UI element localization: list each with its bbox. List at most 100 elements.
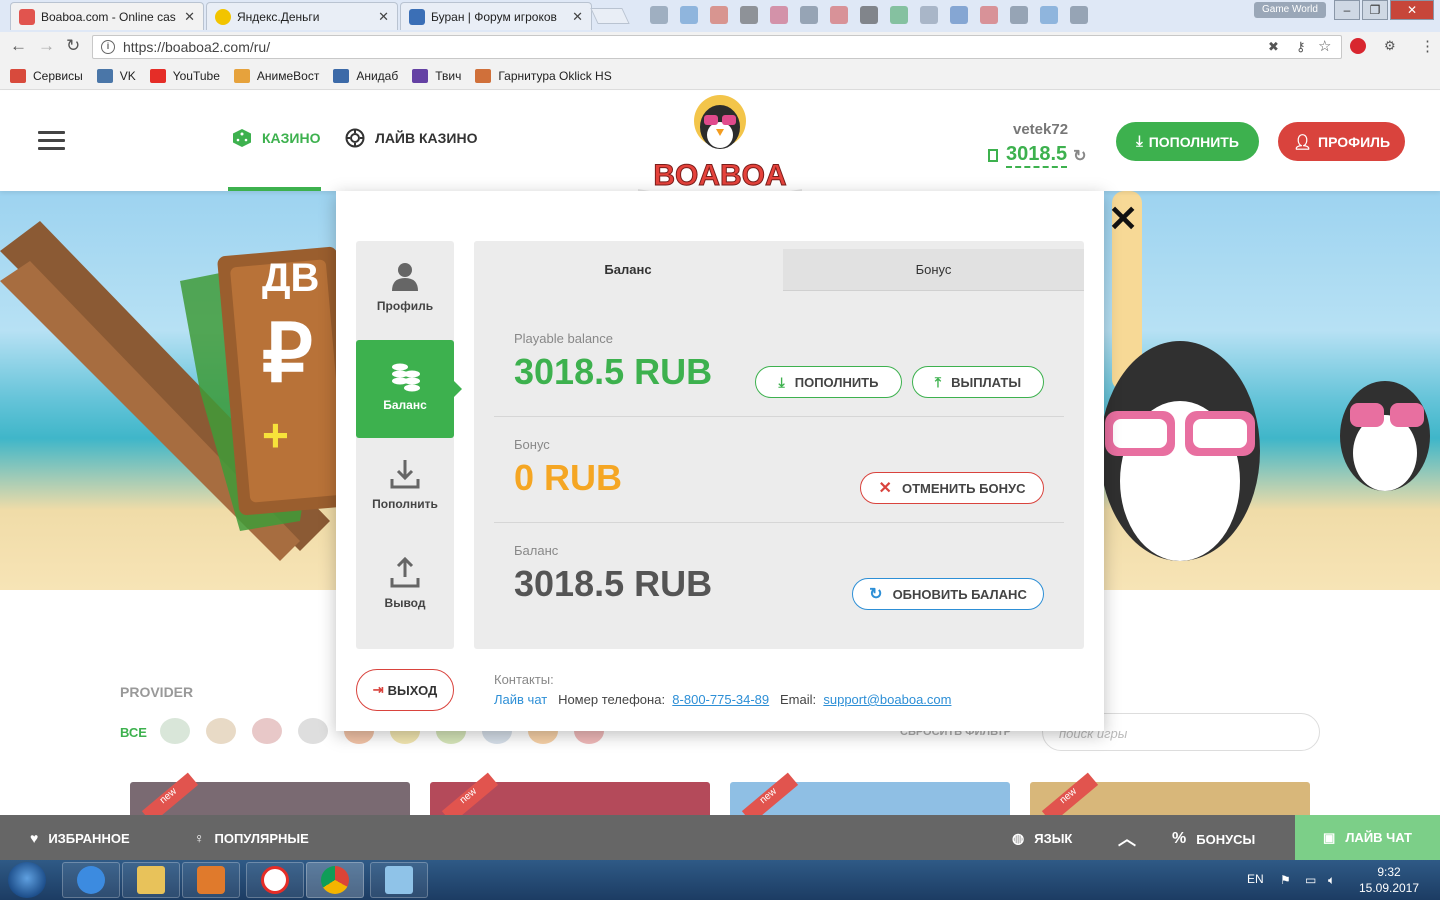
bonuses-button[interactable]: % БОНУСЫ [1172, 830, 1255, 848]
nav-casino[interactable]: КАЗИНО [232, 128, 321, 148]
network-alert-icon[interactable]: ⚑ [1280, 873, 1291, 887]
provider-all-button[interactable]: ВСЕ [120, 725, 147, 740]
tab-title: Яндекс.Деньги [237, 9, 320, 24]
cancel-bonus-button[interactable]: ✕ ОТМЕНИТЬ БОНУС [860, 472, 1044, 504]
clock-time: 9:32 [1377, 865, 1401, 879]
extension-blocked-icon[interactable]: ✖ [1268, 39, 1279, 55]
playable-balance-label: Playable balance [514, 331, 614, 346]
media-player-icon [197, 866, 225, 894]
reload-icon[interactable]: ↻ [66, 36, 80, 56]
volume-icon[interactable]: 🔈︎ [1328, 873, 1335, 888]
bookmark-twitch[interactable]: Твич [412, 68, 461, 83]
close-tab-icon[interactable]: ✕ [572, 9, 583, 25]
live-chat-button[interactable]: ▣ ЛАЙВ ЧАТ [1295, 815, 1440, 860]
tab-title: Буран | Форум игроков [431, 9, 557, 24]
forward-arrow-icon[interactable]: → [38, 36, 55, 56]
cross-icon: ✕ [878, 480, 892, 497]
provider-filter-label: PROVIDER [120, 684, 194, 700]
active-nav-indicator [228, 187, 321, 191]
taskbar-media-player[interactable] [182, 862, 240, 898]
logout-button[interactable]: ⇥ ВЫХОД [356, 669, 454, 711]
tab-bonus[interactable]: Бонус [783, 249, 1084, 291]
email-link[interactable]: support@boaboa.com [823, 692, 951, 707]
bookmark-youtube[interactable]: YouTube [149, 68, 220, 83]
address-bar-row: ← → ↻ i https://boaboa2.com/ru/ ✖ ⚷ ☆ ⚙ … [0, 32, 1440, 62]
close-tab-icon[interactable]: ✕ [378, 9, 389, 25]
back-arrow-icon[interactable]: ← [10, 36, 27, 56]
twitch-icon [412, 68, 429, 83]
deposit-button[interactable]: ⤓ ПОПОЛНИТЬ [755, 366, 902, 398]
chevron-up-icon[interactable]: ︿ [1118, 825, 1136, 851]
taskbar-internet-explorer[interactable] [62, 862, 120, 898]
taskbar-notepad[interactable] [370, 862, 428, 898]
refresh-balance-icon[interactable]: ↻ [1073, 146, 1086, 166]
withdraw-button[interactable]: ⤒ ВЫПЛАТЫ [912, 366, 1044, 398]
withdraw-button-label: ВЫПЛАТЫ [951, 374, 1022, 390]
dice-icon [233, 129, 251, 147]
bookmark-animevost[interactable]: АнимеВост [233, 68, 319, 83]
bonus-row: Бонус 0 RUB ✕ ОТМЕНИТЬ БОНУС [494, 417, 1064, 523]
side-item-label: Баланс [383, 398, 427, 412]
upload-icon: ⤒ [934, 373, 942, 390]
close-modal-icon[interactable]: ✕ [1108, 201, 1138, 237]
side-item-withdraw[interactable]: Вывод [356, 538, 454, 636]
side-item-balance[interactable]: Баланс [356, 340, 462, 438]
maximize-window-button[interactable]: ❐ [1362, 0, 1388, 20]
bookmark-label: Гарнитура Oklick HS [498, 68, 612, 83]
adblock-plus-icon[interactable] [1350, 38, 1366, 54]
new-tab-button[interactable] [590, 8, 630, 24]
username[interactable]: vetek72 [1013, 121, 1068, 138]
popular-button[interactable]: ♀ ПОПУЛЯРНЫЕ [194, 830, 309, 846]
language-button[interactable]: ◍ ЯЗЫК [1012, 830, 1072, 847]
close-tab-icon[interactable]: ✕ [184, 9, 195, 25]
desktop-icon [1070, 6, 1088, 24]
download-icon: ⤓ [1136, 133, 1143, 150]
site-info-icon[interactable]: i [101, 40, 115, 54]
url-input[interactable]: i https://boaboa2.com/ru/ [92, 35, 1342, 59]
header-deposit-button[interactable]: ⤓ ПОПОЛНИТЬ [1116, 122, 1259, 161]
header-profile-button[interactable]: 👤︎ ПРОФИЛЬ [1278, 122, 1405, 161]
taskbar-chrome[interactable] [306, 862, 364, 898]
header-balance-value[interactable]: 3018.5 [1006, 143, 1068, 168]
action-center-icon[interactable]: ▭ [1305, 873, 1316, 887]
bookmark-anidub[interactable]: Анидаб [333, 68, 398, 83]
bookmark-vk[interactable]: VK [96, 68, 136, 83]
hamburger-menu-icon[interactable] [38, 131, 65, 155]
taskbar-yandex-browser[interactable] [246, 862, 304, 898]
provider-logo-icon[interactable] [206, 718, 236, 744]
profile-label: ПРОФИЛЬ [1318, 133, 1391, 150]
windows-start-icon[interactable] [8, 862, 46, 898]
clock-date: 15.09.2017 [1358, 881, 1420, 895]
bookmark-star-icon[interactable]: ☆ [1318, 37, 1331, 55]
bookmark-label: VK [119, 68, 136, 83]
svg-text:₽: ₽ [262, 309, 313, 398]
language-label: ЯЗЫК [1034, 831, 1073, 846]
provider-logo-icon[interactable] [298, 718, 328, 744]
taskbar-file-explorer[interactable] [122, 862, 180, 898]
minimize-window-button[interactable]: – [1334, 0, 1360, 20]
menu-dots-icon[interactable]: ⋮ [1420, 37, 1435, 55]
favorites-button[interactable]: ♥ ИЗБРАННОЕ [30, 830, 130, 846]
tab-balance[interactable]: Баланс [474, 241, 782, 291]
phone-link[interactable]: 8-800-775-34-89 [672, 692, 769, 707]
nav-live-casino[interactable]: ЛАЙВ КАЗИНО [345, 128, 477, 148]
tab-yandex-money[interactable]: Яндекс.Деньги ✕ [206, 2, 398, 30]
side-item-profile[interactable]: Профиль [356, 241, 454, 339]
popular-label: ПОПУЛЯРНЫЕ [214, 830, 309, 846]
tab-boaboa[interactable]: Boaboa.com - Online cas ✕ [10, 2, 204, 30]
refresh-balance-button[interactable]: ↻ ОБНОВИТЬ БАЛАНС [852, 578, 1044, 610]
side-item-deposit[interactable]: Пополнить [356, 439, 454, 537]
tab-buran-forum[interactable]: Буран | Форум игроков ✕ [400, 2, 592, 30]
keyboard-language[interactable]: EN [1247, 872, 1264, 886]
bookmark-oklick[interactable]: Гарнитура Oklick HS [475, 68, 612, 83]
key-icon[interactable]: ⚷ [1296, 39, 1306, 55]
notepad-icon [385, 866, 413, 894]
provider-logo-icon[interactable] [160, 718, 190, 744]
chat-bubble-icon: ▣ [1323, 829, 1336, 845]
provider-logo-icon[interactable] [252, 718, 282, 744]
system-clock[interactable]: 9:32 15.09.2017 [1354, 864, 1424, 896]
extension-off-icon[interactable]: ⚙ [1384, 38, 1396, 54]
bookmark-services[interactable]: Сервисы [10, 68, 83, 83]
live-chat-link[interactable]: Лайв чат [494, 692, 547, 707]
close-window-button[interactable]: ✕ [1390, 0, 1434, 20]
